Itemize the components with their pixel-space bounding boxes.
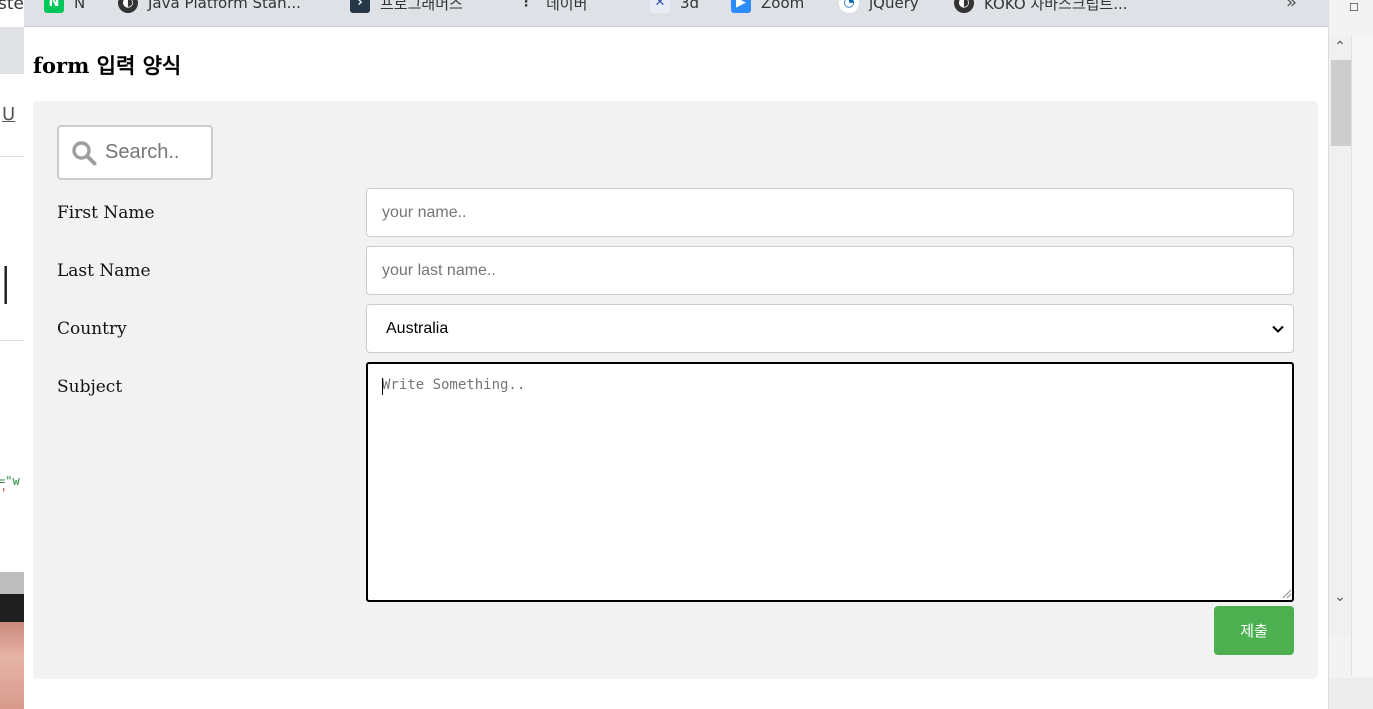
country-selected-value: Australia	[386, 320, 449, 337]
background-text-fragment: U	[2, 104, 16, 125]
first-name-field[interactable]	[366, 188, 1294, 237]
subject-label: Subject	[57, 377, 123, 397]
bookmark-java-platform[interactable]: ◐ Java Platform Stan...	[118, 0, 301, 14]
background-code-fragment: '	[2, 486, 6, 500]
maximize-icon[interactable]: ☐	[1349, 2, 1361, 14]
country-select[interactable]: Australia	[366, 304, 1294, 353]
bookmark-koko[interactable]: ◐ KOKO 자바스크립트...	[954, 0, 1128, 14]
background-side-panel	[1351, 36, 1373, 676]
background-text-fragment: │ 9	[0, 266, 24, 304]
first-name-label: First Name	[57, 203, 155, 223]
page-content: form 입력 양식 First Name Last Name Country …	[24, 27, 1328, 709]
search-box[interactable]	[57, 125, 213, 180]
background-text-fragment: ste	[0, 0, 24, 14]
bookmark-label: Java Platform Stan...	[148, 0, 301, 12]
bookmark-naver-cafe[interactable]: ⋮ 네이버	[516, 0, 588, 14]
dots-icon: ⋮	[519, 0, 533, 10]
bookmark-3d[interactable]: ✕ 3d	[650, 0, 699, 14]
background-photo	[0, 622, 24, 709]
bookmark-label: Zoom	[761, 0, 805, 12]
background-toolbar	[0, 27, 24, 74]
search-input[interactable]	[105, 137, 205, 167]
bookmark-label: jQuery	[869, 0, 919, 12]
3d-icon: ✕	[650, 0, 670, 13]
form-container: First Name Last Name Country Australia S…	[33, 101, 1318, 679]
background-tray	[1329, 678, 1373, 709]
jquery-icon: ◔	[839, 0, 859, 13]
background-statusbar	[0, 572, 24, 594]
globe-icon: ◐	[118, 0, 138, 13]
bookmark-programmers[interactable]: › 프로그래머스	[350, 0, 463, 14]
bookmark-label: 네이버	[546, 0, 588, 13]
bookmark-label: N	[74, 0, 86, 12]
background-app-right: ☐ ⌃ ⌄	[1328, 0, 1373, 709]
chevron-down-icon	[1272, 325, 1284, 333]
naver-icon: N	[44, 0, 64, 13]
chevron-up-icon[interactable]: ⌃	[1332, 38, 1348, 54]
bookmark-label: 프로그래머스	[380, 0, 463, 13]
bookmark-label: 3d	[680, 0, 700, 12]
background-divider	[0, 340, 24, 341]
resize-grip-icon[interactable]	[1282, 589, 1292, 599]
last-name-field[interactable]	[366, 246, 1294, 295]
bookmark-zoom[interactable]: ▶ Zoom	[731, 0, 804, 14]
subject-textarea[interactable]	[366, 362, 1294, 602]
background-divider	[0, 156, 24, 157]
chevron-down-icon[interactable]: ⌄	[1332, 588, 1348, 604]
page-title: form 입력 양식	[33, 53, 182, 78]
programmers-icon: ›	[350, 0, 370, 13]
bookmark-label: KOKO 자바스크립트...	[984, 0, 1128, 13]
bookmarks-overflow-button[interactable]: »	[1286, 0, 1297, 13]
last-name-label: Last Name	[57, 261, 151, 281]
globe-icon: ◐	[954, 0, 974, 13]
zoom-icon: ▶	[731, 0, 751, 13]
submit-button[interactable]: 제출	[1214, 606, 1294, 655]
bookmarks-bar: N N ◐ Java Platform Stan... › 프로그래머스 ⋮ 네…	[24, 0, 1328, 27]
search-icon	[72, 141, 97, 166]
bookmark-naver[interactable]: N N	[44, 0, 85, 14]
country-label: Country	[57, 319, 127, 339]
scrollbar-thumb[interactable]	[1331, 60, 1351, 146]
background-app-left: ste U │ 9 ="w '	[0, 0, 24, 709]
text-cursor	[382, 378, 383, 395]
bookmark-jquery[interactable]: ◔ jQuery	[839, 0, 919, 14]
background-dark-band	[0, 594, 24, 622]
